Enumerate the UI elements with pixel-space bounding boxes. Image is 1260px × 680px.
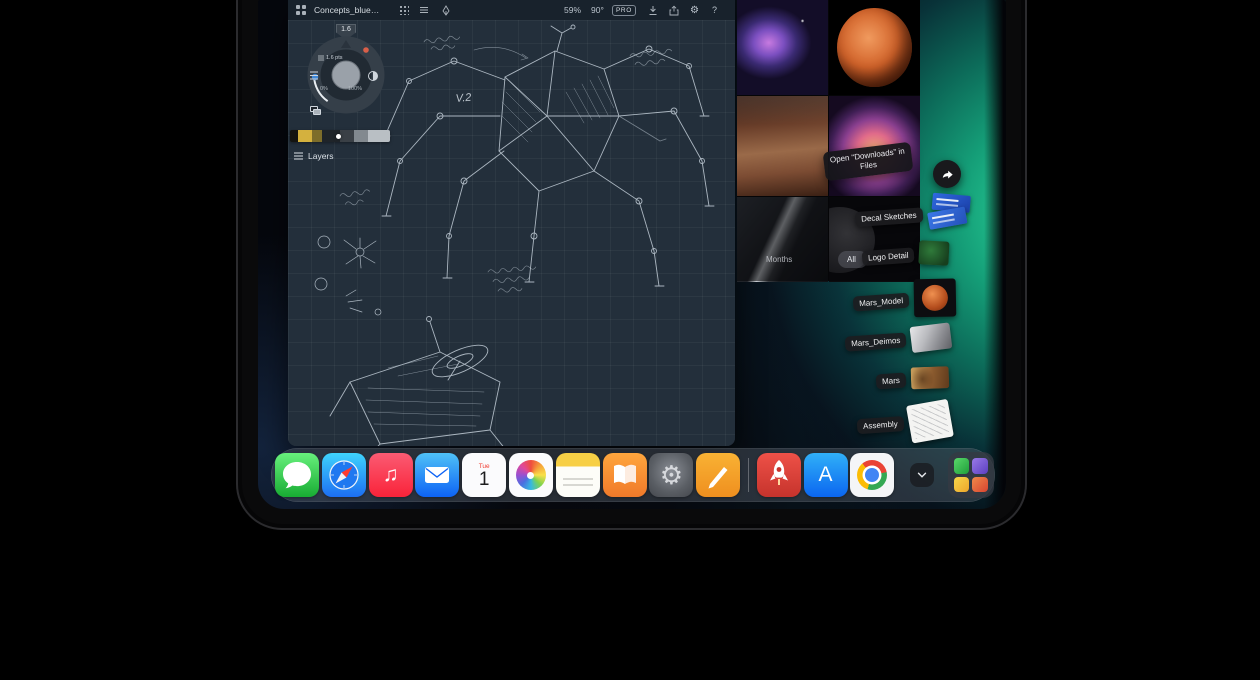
dock-icon-chrome[interactable] [850,453,894,497]
dock-collapse-button[interactable] [910,463,934,487]
dragged-file-label: Mars [876,372,907,389]
layers-label: Layers [308,151,334,161]
palette-swatch[interactable] [368,130,390,142]
photo-thumbnail-mars-surface[interactable] [737,96,828,196]
dock-icon-notes[interactable] [556,453,600,497]
layers-menu-icon [294,152,303,160]
tool-wheel-dial[interactable] [304,33,388,117]
palette-swatch[interactable] [298,130,312,142]
layer-swatch-icon[interactable] [310,106,322,115]
canvas-annotation-text: V.2 [455,92,472,105]
help-icon[interactable]: ? [712,0,717,20]
dragged-file[interactable]: Logo Detail [861,240,950,270]
opacity-min-label: 0% [320,86,328,92]
apps-grid-icon[interactable] [296,0,306,20]
pen-icon [696,453,740,497]
brush-size-readout: 1.6 pts [318,55,343,61]
opacity-max-label: 100% [348,86,362,92]
dock-icon-safari[interactable] [322,453,366,497]
dragged-file-thumbnail [914,279,957,318]
dragged-file-label: Assembly [857,416,905,434]
mini-app-icon [972,477,988,493]
dragged-file[interactable]: Mars_Model [852,277,957,322]
photos-flower-icon [516,460,546,490]
screen-edge-shadow [984,0,1006,509]
dragged-file[interactable]: Decal Sketches [854,193,973,237]
ipad-screen: Concepts_blue… 59% 90° PRO ⚙ ? [258,0,1006,509]
compass-icon [322,453,366,497]
drag-action-bubble[interactable] [933,160,961,188]
palette-swatch[interactable] [354,130,368,142]
palette-swatch[interactable] [340,130,354,142]
forward-arrow-icon [938,165,956,183]
dragged-file-label: Mars_Deimos [845,332,907,351]
dragged-file-thumbnail [910,366,949,389]
photo-thumbnail-nebula[interactable] [737,0,828,95]
layers-header[interactable]: Layers [294,151,334,161]
settings-gear-icon[interactable]: ⚙ [690,0,699,20]
gear-icon: ⚙ [660,462,683,488]
dragged-file-thumbnail [919,240,950,266]
pro-badge[interactable]: PRO [612,5,636,16]
dock-icon-calendar[interactable]: Tue 1 [462,453,506,497]
canvas-angle[interactable]: 90° [591,0,604,20]
dock: ♫ Tue 1 ⚙ [271,448,995,502]
photo-thumbnail-mars-planet[interactable] [829,0,920,95]
zoom-level[interactable]: 59% [564,0,581,20]
segment-all[interactable]: All [847,255,856,264]
palette-selection-marker [336,134,341,139]
brush-size-units: 1.6 pts [326,55,343,61]
dragged-file-label: Mars_Model [853,292,910,311]
envelope-icon [415,453,459,497]
palette-swatch[interactable] [290,130,298,142]
mini-app-icon [954,477,970,493]
document-title[interactable]: Concepts_blue… [314,0,379,20]
dock-icon-settings[interactable]: ⚙ [649,453,693,497]
dock-icon-music[interactable]: ♫ [369,453,413,497]
dock-icon-rocket-app[interactable] [757,453,801,497]
chat-bubble-icon [275,453,319,497]
rocket-icon [757,453,801,497]
dragged-file-thumbnail [910,322,953,353]
mini-app-icon [954,458,970,474]
pen-nib-icon[interactable] [441,0,451,20]
share-export-icon[interactable] [669,0,679,20]
dragged-file-thumbnail [926,193,972,232]
dock-icon-mail[interactable] [415,453,459,497]
palette-swatch[interactable] [312,130,322,142]
app-library-button[interactable] [948,452,994,498]
open-book-icon [603,453,647,497]
dock-divider [748,458,749,492]
dragged-file[interactable]: Assembly [856,401,952,445]
import-icon[interactable] [648,0,658,20]
menu-lines-icon[interactable] [419,0,429,20]
chevron-down-icon [915,468,929,482]
dragged-file-thumbnail [906,399,954,444]
dragged-file-label: Decal Sketches [855,207,923,227]
dock-icon-pages[interactable] [696,453,740,497]
calendar-day: 1 [479,470,490,490]
dock-icon-app-store[interactable]: A [804,453,848,497]
concepts-toolbar: Concepts_blue… 59% 90° PRO ⚙ ? [288,0,735,20]
dragged-file-label: Logo Detail [862,247,915,266]
segment-months[interactable]: Months [766,255,792,264]
mini-app-icon [972,458,988,474]
stage: Concepts_blue… 59% 90° PRO ⚙ ? [0,0,1260,680]
music-note-icon: ♫ [383,463,399,487]
concepts-app-window: Concepts_blue… 59% 90° PRO ⚙ ? [288,0,735,446]
app-store-letter-icon: A [819,463,833,487]
stroke-lines-icon [318,55,324,61]
dragged-file[interactable]: Mars [875,365,949,392]
dock-icon-messages[interactable] [275,453,319,497]
dock-icon-photos[interactable] [509,453,553,497]
snap-grid-icon[interactable] [399,5,409,15]
dock-icon-books[interactable] [603,453,647,497]
chrome-ring-icon [857,460,887,490]
dragged-file[interactable]: Mars_Deimos [844,323,952,356]
